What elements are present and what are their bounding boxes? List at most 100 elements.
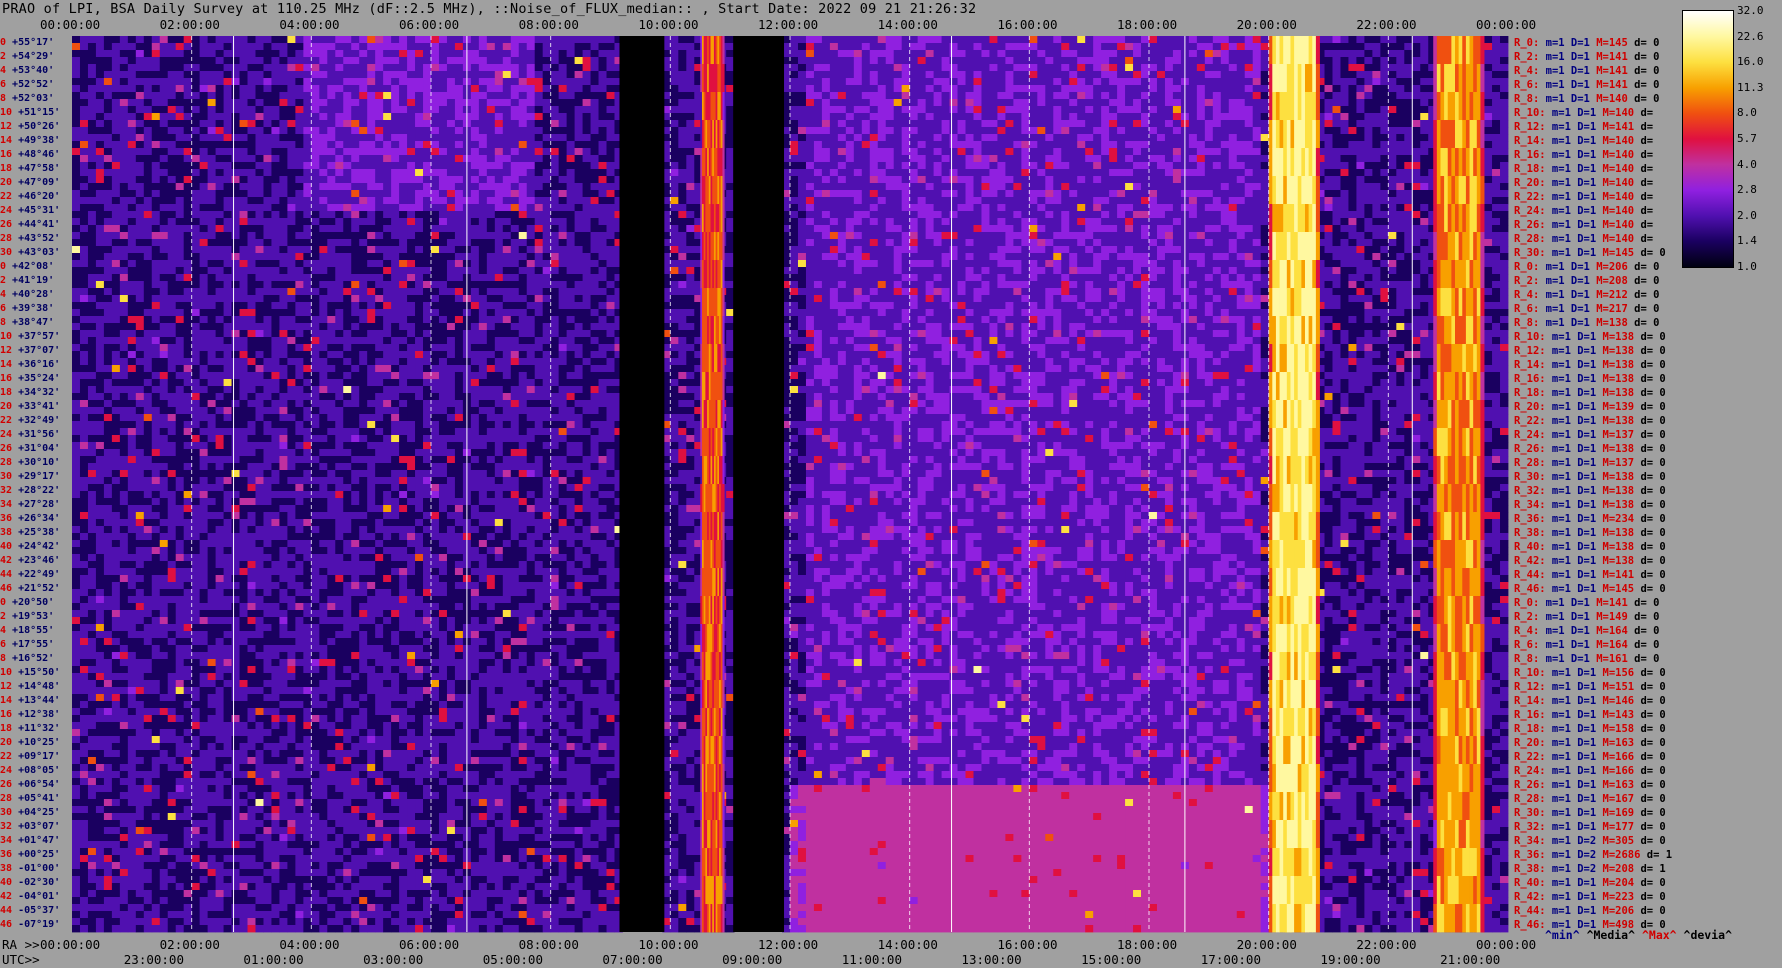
heatmap-cell [151,162,161,170]
heatmap-cell [175,78,185,86]
heatmap-cell [167,169,177,177]
heatmap-cell [534,183,544,191]
heatmap-cell [470,204,480,212]
heatmap-cell [997,57,1006,65]
heatmap-cell [343,64,352,72]
heatmap-cell [1125,113,1134,121]
heatmap-cell [1484,155,1493,163]
heatmap-cell [558,232,568,240]
heatmap-cell [470,43,480,51]
heatmap-cell [79,148,89,156]
heatmap-cell [343,71,352,79]
heatmap-cell [542,50,552,58]
heatmap-cell [287,225,296,233]
heatmap-cell [486,211,496,219]
heatmap-cell [790,43,799,51]
heatmap-cell [279,78,288,86]
heatmap-cell [1093,183,1102,191]
heatmap-cell [1500,218,1509,226]
heatmap-cell [837,113,847,121]
heatmap-cell [95,176,105,184]
heatmap-cell [399,113,408,121]
heatmap-cell [438,141,448,149]
heatmap-cell [1388,211,1397,219]
heatmap-cell [909,134,919,142]
heatmap-cell [407,36,416,44]
heatmap-cell [486,127,496,135]
heatmap-cell [1500,127,1509,135]
heatmap-cell [454,85,464,93]
heatmap-cell [1220,50,1230,58]
heatmap-cell [861,162,871,170]
heatmap-cell [1348,36,1357,44]
heatmap-cell [494,162,504,170]
heatmap-cell [127,57,137,65]
heatmap-cell [175,85,185,93]
heatmap-cell [263,113,272,121]
heatmap-cell [1053,218,1062,226]
heatmap-cell [1093,50,1102,58]
heatmap-cell [885,169,895,177]
heatmap-cell [1396,211,1405,219]
heatmap-cell [319,85,328,93]
heatmap-cell [1053,36,1062,44]
heatmap-cell [95,162,105,170]
heatmap-cell [502,162,512,170]
heatmap-cell [311,155,320,163]
heatmap-cell [893,204,903,212]
heatmap-cell [127,92,137,100]
heatmap-cell [1220,57,1230,65]
heatmap-cell [909,239,919,247]
heatmap-cell [997,141,1006,149]
heatmap-cell [965,197,974,205]
heatmap-cell [1332,190,1341,198]
heatmap-cell [885,50,895,58]
heatmap-cell [1260,120,1270,128]
heatmap-cell [1356,92,1365,100]
heatmap-cell [1172,218,1182,226]
heatmap-cell [670,176,679,184]
heatmap-cell [335,211,344,219]
heatmap-cell [263,155,272,163]
heatmap-cell [87,92,97,100]
heatmap-cell [1061,92,1070,100]
heatmap-cell [470,71,480,79]
heatmap-cell [1372,92,1381,100]
heatmap-cell [1196,92,1206,100]
heatmap-cell [1324,134,1333,142]
heatmap-cell [319,99,328,107]
heatmap-cell [1077,134,1086,142]
heatmap-cell [1188,78,1198,86]
heatmap-cell [367,57,376,65]
heatmap-cell [813,43,823,51]
heatmap-cell [127,50,137,58]
heatmap-cell [813,50,823,58]
heatmap-cell [446,190,456,198]
heatmap-cell [1380,204,1389,212]
heatmap-cell [1404,183,1413,191]
heatmap-cell [1109,57,1118,65]
heatmap-cell [1212,176,1222,184]
heatmap-cell [582,176,591,184]
heatmap-cell [829,162,839,170]
heatmap-cell [1260,64,1270,72]
heatmap-cell [359,190,368,198]
heatmap-cell [135,92,145,100]
heatmap-cell [319,36,328,44]
heatmap-cell [1332,183,1341,191]
heatmap-cell [271,78,280,86]
heatmap-cell [1340,43,1349,51]
heatmap-cell [399,134,408,142]
heatmap-cell [383,176,392,184]
heatmap-cell [215,57,224,65]
heatmap-cell [159,211,169,219]
heatmap-cell [893,141,903,149]
heatmap-cell [446,148,456,156]
heatmap-cell [151,239,161,247]
heatmap-cell [606,50,615,58]
heatmap-cell [470,190,480,198]
heatmap-cell [877,120,887,128]
heatmap-cell [207,134,216,142]
heatmap-cell [997,127,1006,135]
heatmap-cell [1244,176,1254,184]
